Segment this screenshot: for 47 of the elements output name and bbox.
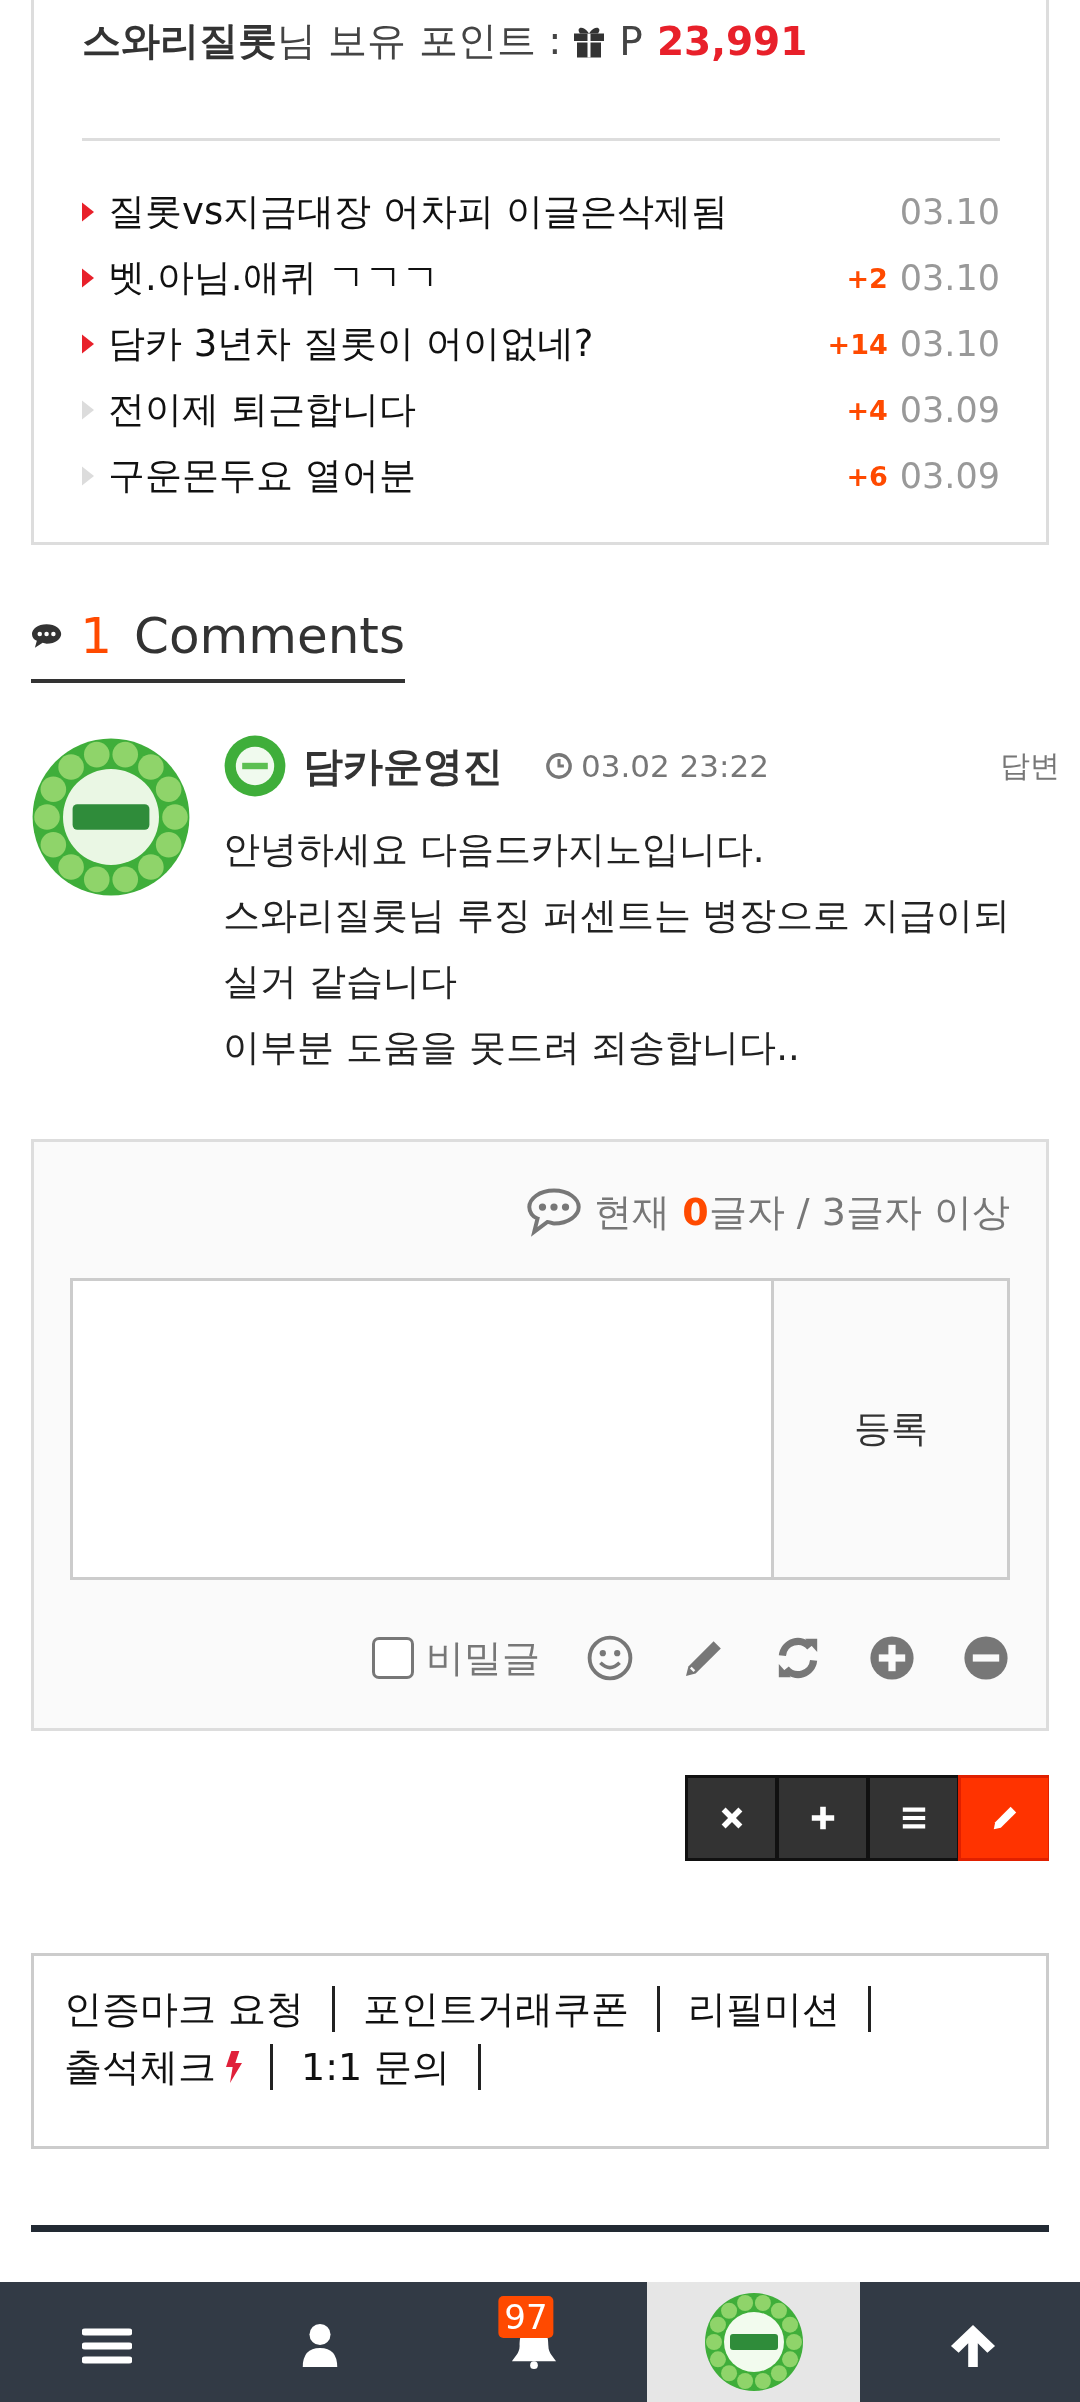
write-button[interactable]	[958, 1775, 1049, 1861]
minus-circle-icon[interactable]	[962, 1634, 1010, 1682]
footer-link[interactable]: 리필미션	[688, 1983, 841, 2035]
comment-count: +14	[827, 328, 888, 360]
comment-total: 1	[80, 607, 112, 665]
notification-badge: 97	[498, 2296, 554, 2338]
currency-label: P	[619, 18, 643, 64]
close-button[interactable]	[685, 1775, 776, 1861]
smiley-icon[interactable]	[586, 1634, 634, 1682]
post-date: 03.09	[899, 390, 1000, 430]
lightning-icon	[226, 2050, 242, 2084]
post-date: 03.10	[899, 192, 1000, 232]
post-date: 03.10	[899, 258, 1000, 298]
footer-link[interactable]: 1:1 문의	[301, 2041, 451, 2093]
post-title[interactable]: 담카 3년차 질롯이 어이없네?	[108, 319, 828, 369]
comment-count: +2	[846, 262, 888, 294]
post-title[interactable]: 구운몬두요 열어분	[108, 451, 847, 501]
post-date: 03.10	[899, 324, 1000, 364]
avatar-tab[interactable]	[646, 2282, 861, 2402]
user-name: 스와리질롯	[82, 17, 277, 65]
character-counter: 현재 0글자 / 3글자 이상	[594, 1188, 1010, 1236]
post-title[interactable]: 벳.아님.애퀴 ㄱㄱㄱ	[108, 253, 847, 303]
add-button[interactable]	[776, 1775, 867, 1861]
clock-icon	[545, 752, 573, 780]
footer-link[interactable]: 출석체크	[64, 2041, 216, 2093]
comments-title: Comments	[133, 607, 405, 665]
secret-checkbox[interactable]	[372, 1637, 414, 1679]
secret-label[interactable]: 비밀글	[426, 1632, 540, 1684]
points-label: 님 보유 포인트 :	[277, 17, 562, 65]
comment-time: 03.02 23:22	[581, 748, 770, 784]
footer-link[interactable]: 포인트거래쿠폰	[363, 1983, 630, 2035]
comment-text: 안녕하세요 다음드카지노입니다. 스와리질롯님 루징 퍼센트는 병장으로 지급이되 실거 같습니다 이부분 도움을 못드려 죄송합니다..	[223, 827, 1012, 1071]
reply-link[interactable]: 답변	[1000, 745, 1060, 787]
submit-button[interactable]: 등록	[774, 1278, 1010, 1580]
list-button[interactable]	[867, 1775, 958, 1861]
author-name[interactable]: 담카운영진	[303, 738, 503, 794]
speech-bubble-icon	[526, 1187, 583, 1237]
post-title[interactable]: 전이제 퇴근합니다	[108, 385, 847, 435]
post-date: 03.09	[899, 456, 1000, 496]
post-title[interactable]: 질롯vs지금대장 어차피 이글은삭제됨	[108, 187, 900, 237]
comment-count: +6	[846, 460, 888, 492]
comment-count: +4	[846, 394, 888, 426]
comment-input[interactable]	[70, 1278, 774, 1580]
author-avatar	[223, 734, 287, 798]
footer-link[interactable]: 인증마크 요청	[64, 1983, 305, 2035]
plus-circle-icon[interactable]	[868, 1634, 916, 1682]
points-value: 23,991	[656, 18, 808, 64]
